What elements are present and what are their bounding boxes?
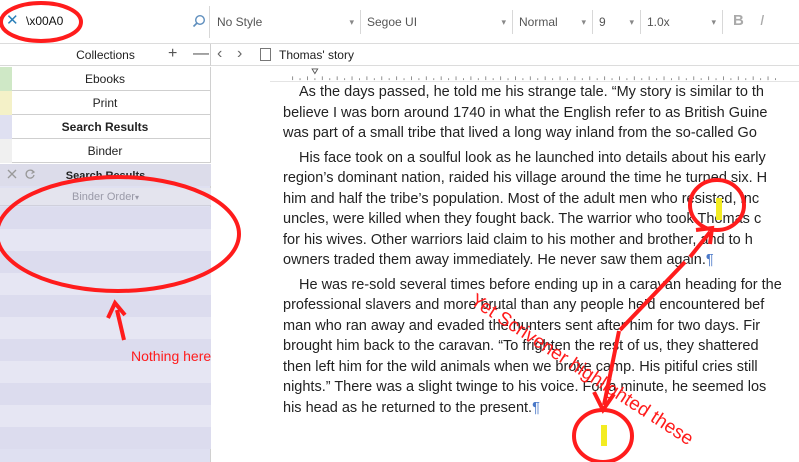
collections-title: Collections — [76, 48, 135, 62]
binder-order-sort[interactable]: Binder Order▾ — [0, 188, 211, 206]
format-toolbar: ✕ \x00A0 No Style ▾ Segoe UI ▾ Normal ▾ … — [0, 0, 799, 44]
weight-value: Normal — [519, 15, 558, 29]
collections-header: Collections + — — [0, 44, 211, 66]
document-icon — [260, 48, 271, 61]
text-line: region’s dominant nation, raided his vil… — [283, 170, 768, 186]
annotation-label-nothing-here: Nothing here — [131, 348, 212, 364]
collection-tab-label: Ebooks — [84, 72, 126, 86]
remove-collection-button[interactable]: — — [193, 45, 209, 63]
text-line: was part of a small tribe that lived a l… — [283, 125, 757, 141]
back-arrow-icon[interactable]: ‹ — [217, 45, 222, 63]
pilcrow-mark: ¶ — [532, 399, 540, 416]
list-row — [0, 229, 211, 251]
list-row — [0, 251, 211, 273]
pilcrow-mark: ¶ — [705, 252, 714, 268]
text-line: He was re-sold several times before endi… — [299, 276, 782, 293]
collection-tab-print[interactable]: Print — [0, 91, 211, 115]
tab-color-strip — [0, 139, 12, 163]
list-row — [0, 295, 211, 317]
list-row — [0, 405, 211, 427]
chevron-down-icon: ▾ — [581, 17, 586, 27]
tab-color-strip — [0, 67, 12, 91]
paragraph-end-line: owners traded them away immediately. He … — [283, 250, 799, 271]
text-line: his head as he returned to the present. — [283, 399, 533, 416]
collection-tab-ebooks[interactable]: Ebooks — [0, 67, 211, 91]
tab-color-strip — [0, 91, 12, 115]
search-icon[interactable] — [192, 14, 206, 28]
list-row — [0, 317, 211, 339]
list-row — [0, 361, 211, 383]
collection-tab-search-results[interactable]: Search Results — [0, 115, 211, 139]
text-line: As the days passed, he told me his stran… — [299, 84, 764, 100]
ruler[interactable] — [270, 68, 799, 82]
collection-tab-label: Search Results — [61, 120, 149, 134]
search-results-list[interactable]: Search Results Binder Order▾ — [0, 164, 211, 462]
chevron-down-icon: ▾ — [349, 17, 354, 27]
list-row — [0, 383, 211, 405]
line-spacing-value: 1.0x — [647, 15, 670, 29]
list-row — [0, 273, 211, 295]
editor-header: ‹ › Thomas' story — [211, 44, 799, 66]
search-input[interactable]: \x00A0 — [26, 14, 63, 28]
sort-label: Binder Order — [72, 191, 135, 203]
style-value: No Style — [217, 15, 263, 29]
text-line: professional slavers and more brutal tha… — [283, 297, 765, 313]
text-line: nights.” There was a slight twinge to hi… — [283, 379, 767, 395]
chevron-down-icon: ▾ — [711, 17, 716, 27]
text-line: owners traded them away immediately. He … — [283, 252, 706, 268]
collection-tab-label: Print — [92, 96, 118, 110]
font-size-select[interactable]: 9 ▾ — [593, 10, 641, 34]
text-line: His face took on a soulful look as he la… — [299, 149, 766, 166]
collection-tab-binder[interactable]: Binder — [0, 139, 211, 163]
chevron-down-icon: ▾ — [134, 193, 139, 202]
italic-button[interactable]: I — [760, 12, 764, 29]
line-spacing-select[interactable]: 1.0x ▾ — [641, 10, 723, 34]
tab-color-strip — [0, 115, 12, 139]
list-row — [0, 427, 211, 449]
document-title: Thomas' story — [279, 48, 354, 62]
clear-search-icon[interactable]: ✕ — [6, 13, 20, 28]
list-row — [0, 207, 211, 229]
search-results-header: Search Results — [0, 164, 211, 186]
text-line: believe I was born around 1740 in what t… — [283, 104, 768, 121]
forward-arrow-icon[interactable]: › — [237, 45, 242, 63]
chevron-down-icon: ▾ — [501, 17, 506, 27]
bold-button[interactable]: B — [733, 12, 744, 29]
paragraph-end-line: his head as he returned to the present.¶ — [283, 398, 799, 419]
font-select[interactable]: Segoe UI ▾ — [361, 10, 513, 34]
style-select[interactable]: No Style ▾ — [211, 10, 361, 34]
search-highlight — [716, 198, 722, 220]
editor-text[interactable]: As the days passed, he told me his stran… — [283, 82, 799, 462]
weight-select[interactable]: Normal ▾ — [513, 10, 593, 34]
search-box[interactable]: ✕ \x00A0 — [0, 6, 210, 38]
font-value: Segoe UI — [367, 15, 418, 29]
text-line: for his wives. Other warriors laid claim… — [283, 231, 753, 248]
chevron-down-icon: ▾ — [629, 17, 634, 27]
search-highlight — [601, 425, 607, 446]
text-line: then left him for the wild animals when … — [283, 358, 758, 375]
add-collection-button[interactable]: + — [168, 45, 177, 63]
search-results-title: Search Results — [65, 170, 146, 182]
font-size-value: 9 — [599, 15, 606, 29]
collection-tab-label: Binder — [87, 144, 123, 158]
